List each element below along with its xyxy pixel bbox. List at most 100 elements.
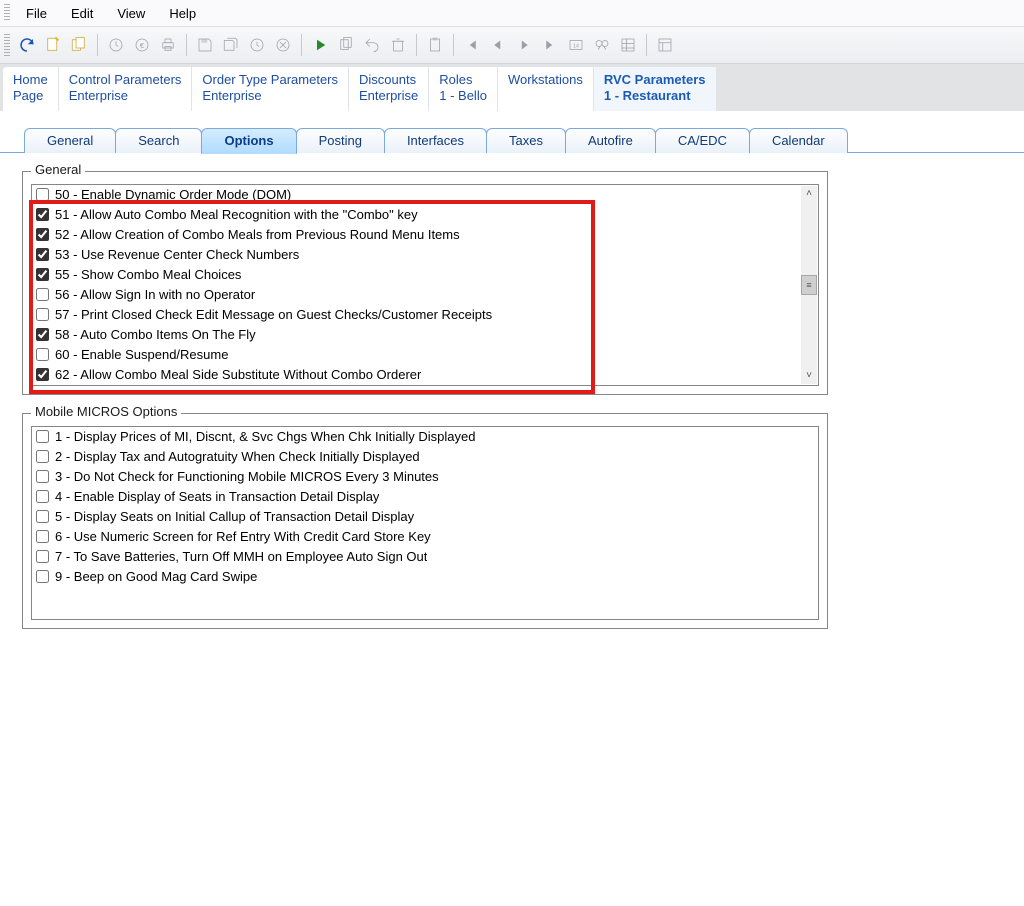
option-label: 51 - Allow Auto Combo Meal Recognition w… bbox=[55, 205, 418, 225]
option-row[interactable]: 9 - Beep on Good Mag Card Swipe bbox=[32, 567, 818, 587]
nav-tab[interactable]: RVC Parameters1 - Restaurant bbox=[594, 67, 717, 111]
option-row[interactable]: 55 - Show Combo Meal Choices bbox=[32, 265, 800, 285]
undo-icon[interactable] bbox=[360, 33, 384, 57]
goto-icon[interactable]: 14 bbox=[564, 33, 588, 57]
option-row[interactable]: 60 - Enable Suspend/Resume bbox=[32, 345, 800, 365]
option-checkbox[interactable] bbox=[36, 490, 49, 503]
duplicate-doc-icon[interactable] bbox=[67, 33, 91, 57]
option-row[interactable]: 62 - Allow Combo Meal Side Substitute Wi… bbox=[32, 365, 800, 385]
sub-tab[interactable]: Search bbox=[115, 128, 202, 153]
menu-file[interactable]: File bbox=[14, 3, 59, 24]
option-checkbox[interactable] bbox=[36, 328, 49, 341]
option-label: 58 - Auto Combo Items On The Fly bbox=[55, 325, 256, 345]
copy-icon[interactable] bbox=[334, 33, 358, 57]
sub-tab[interactable]: Posting bbox=[296, 128, 385, 153]
option-checkbox[interactable] bbox=[36, 268, 49, 281]
option-row[interactable]: 52 - Allow Creation of Combo Meals from … bbox=[32, 225, 800, 245]
menu-edit[interactable]: Edit bbox=[59, 3, 105, 24]
option-row[interactable]: 51 - Allow Auto Combo Meal Recognition w… bbox=[32, 205, 800, 225]
option-row[interactable]: 2 - Display Tax and Autogratuity When Ch… bbox=[32, 447, 818, 467]
last-icon[interactable] bbox=[538, 33, 562, 57]
nav-tab[interactable]: Roles1 - Bello bbox=[429, 67, 498, 111]
sub-tab[interactable]: General bbox=[24, 128, 116, 153]
scroll-thumb[interactable]: ≡ bbox=[801, 275, 817, 295]
sub-tab[interactable]: Options bbox=[201, 128, 296, 154]
option-checkbox[interactable] bbox=[36, 570, 49, 583]
grid-icon[interactable] bbox=[616, 33, 640, 57]
save-icon[interactable] bbox=[193, 33, 217, 57]
nav-tab[interactable]: DiscountsEnterprise bbox=[349, 67, 429, 111]
scroll-down-icon[interactable]: ˅ bbox=[802, 368, 816, 384]
option-row[interactable]: 53 - Use Revenue Center Check Numbers bbox=[32, 245, 800, 265]
play-icon[interactable] bbox=[308, 33, 332, 57]
option-row[interactable]: 4 - Enable Display of Seats in Transacti… bbox=[32, 487, 818, 507]
cancel-icon[interactable] bbox=[271, 33, 295, 57]
option-checkbox[interactable] bbox=[36, 228, 49, 241]
option-checkbox[interactable] bbox=[36, 188, 49, 201]
option-row[interactable]: 1 - Display Prices of MI, Discnt, & Svc … bbox=[32, 427, 818, 447]
find-icon[interactable] bbox=[590, 33, 614, 57]
nav-tab-title: Roles bbox=[439, 72, 487, 88]
option-row[interactable]: 6 - Use Numeric Screen for Ref Entry Wit… bbox=[32, 527, 818, 547]
menu-view[interactable]: View bbox=[105, 3, 157, 24]
option-checkbox[interactable] bbox=[36, 450, 49, 463]
history-icon[interactable] bbox=[245, 33, 269, 57]
option-checkbox[interactable] bbox=[36, 510, 49, 523]
general-options-list[interactable]: 50 - Enable Dynamic Order Mode (DOM)51 -… bbox=[31, 184, 819, 386]
nav-tab[interactable]: Workstations bbox=[498, 67, 594, 111]
next-icon[interactable] bbox=[512, 33, 536, 57]
paste-icon[interactable] bbox=[423, 33, 447, 57]
prev-icon[interactable] bbox=[486, 33, 510, 57]
new-doc-icon[interactable] bbox=[41, 33, 65, 57]
option-row[interactable]: 7 - To Save Batteries, Turn Off MMH on E… bbox=[32, 547, 818, 567]
nav-tab-title: Control Parameters bbox=[69, 72, 182, 88]
currency-icon[interactable]: € bbox=[130, 33, 154, 57]
menu-grip bbox=[4, 4, 10, 22]
option-checkbox[interactable] bbox=[36, 550, 49, 563]
scroll-up-icon[interactable]: ˄ bbox=[802, 186, 816, 202]
sub-tab[interactable]: Calendar bbox=[749, 128, 848, 153]
menu-bar: File Edit View Help bbox=[0, 0, 1024, 27]
sub-tab[interactable]: Taxes bbox=[486, 128, 566, 153]
option-label: 52 - Allow Creation of Combo Meals from … bbox=[55, 225, 460, 245]
option-row[interactable]: 58 - Auto Combo Items On The Fly bbox=[32, 325, 800, 345]
refresh-icon[interactable] bbox=[15, 33, 39, 57]
print-icon[interactable] bbox=[156, 33, 180, 57]
sub-tab[interactable]: Autofire bbox=[565, 128, 656, 153]
toolbar-grip bbox=[4, 34, 10, 56]
option-checkbox[interactable] bbox=[36, 308, 49, 321]
sub-tab[interactable]: CA/EDC bbox=[655, 128, 750, 153]
option-checkbox[interactable] bbox=[36, 288, 49, 301]
option-checkbox[interactable] bbox=[36, 208, 49, 221]
option-checkbox[interactable] bbox=[36, 248, 49, 261]
nav-tab-title: Order Type Parameters bbox=[202, 72, 338, 88]
mobile-options-list[interactable]: 1 - Display Prices of MI, Discnt, & Svc … bbox=[31, 426, 819, 620]
nav-tab-subtitle: Enterprise bbox=[359, 88, 418, 104]
option-row[interactable]: 56 - Allow Sign In with no Operator bbox=[32, 285, 800, 305]
option-label: 5 - Display Seats on Initial Callup of T… bbox=[55, 507, 414, 527]
menu-help[interactable]: Help bbox=[157, 3, 208, 24]
nav-tab[interactable]: Order Type ParametersEnterprise bbox=[192, 67, 349, 111]
nav-tab-subtitle: Page bbox=[13, 88, 48, 104]
sub-tab[interactable]: Interfaces bbox=[384, 128, 487, 153]
option-checkbox[interactable] bbox=[36, 348, 49, 361]
clock-icon[interactable] bbox=[104, 33, 128, 57]
first-icon[interactable] bbox=[460, 33, 484, 57]
form-icon[interactable] bbox=[653, 33, 677, 57]
option-label: 62 - Allow Combo Meal Side Substitute Wi… bbox=[55, 365, 421, 385]
option-label: 60 - Enable Suspend/Resume bbox=[55, 345, 228, 365]
option-checkbox[interactable] bbox=[36, 368, 49, 381]
nav-tab-subtitle bbox=[508, 88, 583, 104]
scrollbar[interactable]: ˄ ≡ ˅ bbox=[801, 186, 817, 384]
option-row[interactable]: 50 - Enable Dynamic Order Mode (DOM) bbox=[32, 185, 800, 205]
option-row[interactable]: 57 - Print Closed Check Edit Message on … bbox=[32, 305, 800, 325]
save-all-icon[interactable] bbox=[219, 33, 243, 57]
option-row[interactable]: 3 - Do Not Check for Functioning Mobile … bbox=[32, 467, 818, 487]
option-checkbox[interactable] bbox=[36, 430, 49, 443]
nav-tab[interactable]: Control ParametersEnterprise bbox=[59, 67, 193, 111]
option-checkbox[interactable] bbox=[36, 470, 49, 483]
nav-tab[interactable]: HomePage bbox=[3, 67, 59, 111]
option-checkbox[interactable] bbox=[36, 530, 49, 543]
delete-icon[interactable] bbox=[386, 33, 410, 57]
option-row[interactable]: 5 - Display Seats on Initial Callup of T… bbox=[32, 507, 818, 527]
